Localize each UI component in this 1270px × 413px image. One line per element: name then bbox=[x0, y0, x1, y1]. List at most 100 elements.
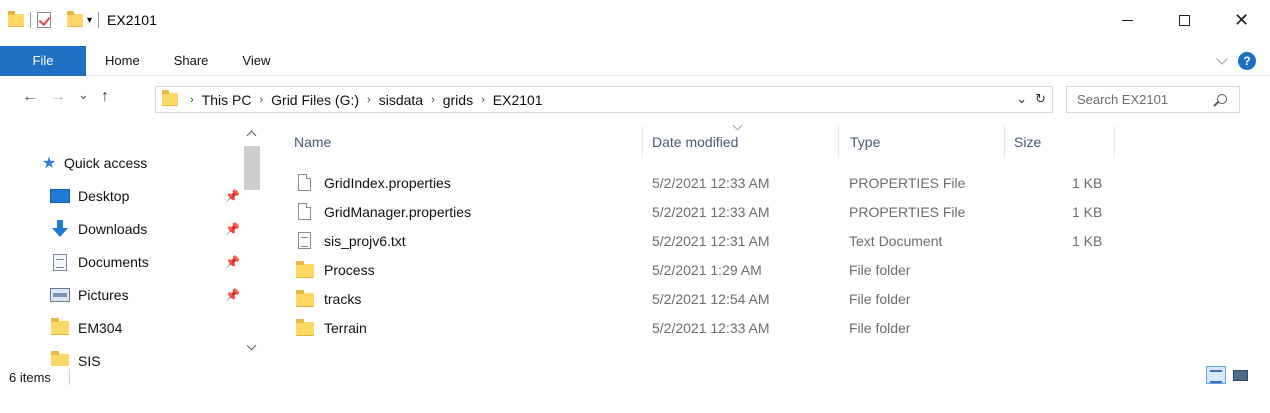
scroll-thumb[interactable] bbox=[244, 146, 260, 190]
tab-view[interactable]: View bbox=[225, 46, 287, 76]
sidebar-item-documents[interactable]: Documents 📌 bbox=[50, 249, 240, 275]
breadcrumb-separator[interactable]: › bbox=[481, 94, 485, 106]
folder-icon bbox=[296, 318, 314, 336]
breadcrumb-separator[interactable]: › bbox=[367, 94, 371, 106]
properties-icon[interactable] bbox=[37, 12, 51, 28]
table-row[interactable]: tracks 5/2/2021 12:54 AM File folder bbox=[286, 284, 1126, 313]
tab-share[interactable]: Share bbox=[157, 46, 226, 76]
navigation-scrollbar[interactable] bbox=[242, 126, 262, 358]
table-row[interactable]: GridManager.properties 5/2/2021 12:33 AM… bbox=[286, 197, 1126, 226]
pin-icon[interactable]: 📌 bbox=[225, 288, 240, 302]
customize-toolbar-icon[interactable]: ▾ bbox=[87, 15, 92, 26]
sidebar-item-desktop[interactable]: Desktop 📌 bbox=[50, 183, 240, 209]
new-folder-icon[interactable] bbox=[67, 10, 83, 27]
documents-icon bbox=[50, 253, 70, 271]
column-divider[interactable] bbox=[642, 126, 643, 158]
maximize-button[interactable] bbox=[1156, 0, 1213, 40]
breadcrumb-separator[interactable]: › bbox=[190, 94, 194, 106]
sidebar-item-label: Pictures bbox=[78, 287, 129, 303]
details-view-icon[interactable] bbox=[1206, 366, 1226, 384]
search-icon[interactable] bbox=[1217, 94, 1227, 104]
file-list: Name Date modified Type Size GridIndex.p… bbox=[286, 120, 1270, 366]
minimize-button[interactable] bbox=[1099, 0, 1156, 40]
folder-icon bbox=[296, 260, 314, 278]
view-switcher bbox=[1206, 366, 1250, 384]
folder-icon[interactable] bbox=[8, 10, 24, 27]
column-header-size[interactable]: Size bbox=[1014, 126, 1041, 158]
breadcrumb-sisdata[interactable]: sisdata bbox=[379, 92, 423, 108]
downloads-icon bbox=[50, 220, 70, 238]
up-button[interactable]: ↑ bbox=[101, 88, 109, 106]
column-header-type[interactable]: Type bbox=[850, 126, 880, 158]
breadcrumb-grid-files[interactable]: Grid Files (G:) bbox=[271, 92, 359, 108]
sidebar-item-em304[interactable]: EM304 bbox=[50, 315, 240, 341]
file-date: 5/2/2021 12:33 AM bbox=[652, 319, 770, 336]
breadcrumb-ex2101[interactable]: EX2101 bbox=[493, 92, 543, 108]
recent-locations-button[interactable]: ⌄ bbox=[78, 87, 89, 103]
pin-icon[interactable]: 📌 bbox=[225, 189, 240, 203]
column-divider[interactable] bbox=[838, 126, 839, 158]
divider bbox=[30, 12, 31, 28]
large-icons-view-icon[interactable] bbox=[1230, 366, 1250, 384]
file-type: File folder bbox=[849, 261, 911, 278]
file-type: PROPERTIES File bbox=[849, 203, 966, 220]
column-header-date-modified[interactable]: Date modified bbox=[652, 126, 738, 158]
title-bar: ▾ EX2101 ✕ bbox=[0, 0, 1270, 40]
address-bar[interactable]: › This PC › Grid Files (G:) › sisdata › … bbox=[155, 86, 1053, 113]
tab-home[interactable]: Home bbox=[88, 46, 157, 76]
forward-button[interactable]: → bbox=[50, 88, 66, 106]
pictures-icon bbox=[50, 288, 70, 302]
file-date: 5/2/2021 12:33 AM bbox=[652, 174, 770, 191]
sidebar-item-downloads[interactable]: Downloads 📌 bbox=[50, 216, 240, 242]
file-type: File folder bbox=[849, 290, 911, 307]
sidebar-item-pictures[interactable]: Pictures 📌 bbox=[50, 282, 240, 308]
address-controls: ⌄ ↻ bbox=[1016, 91, 1046, 107]
table-row[interactable]: Terrain 5/2/2021 12:33 AM File folder bbox=[286, 313, 1126, 342]
file-date: 5/2/2021 1:29 AM bbox=[652, 261, 762, 278]
search-placeholder: Search EX2101 bbox=[1077, 92, 1169, 107]
back-button[interactable]: ← bbox=[22, 88, 38, 106]
folder-icon bbox=[296, 289, 314, 307]
tab-file[interactable]: File bbox=[0, 45, 86, 76]
table-row[interactable]: Process 5/2/2021 1:29 AM File folder bbox=[286, 255, 1126, 284]
table-row[interactable]: sis_projv6.txt 5/2/2021 12:31 AM Text Do… bbox=[286, 226, 1126, 255]
navigation-pane: ★ Quick access Desktop 📌 Downloads 📌 Doc… bbox=[0, 126, 268, 366]
pin-icon[interactable]: 📌 bbox=[225, 255, 240, 269]
address-history-chevron-down-icon[interactable]: ⌄ bbox=[1016, 91, 1027, 107]
scroll-up-icon[interactable] bbox=[246, 130, 257, 141]
breadcrumb-separator[interactable]: › bbox=[431, 94, 435, 106]
refresh-icon[interactable]: ↻ bbox=[1035, 91, 1046, 107]
sidebar-item-label: Documents bbox=[78, 254, 149, 270]
item-count: 6 items bbox=[9, 369, 51, 385]
sidebar-item-quick-access[interactable]: ★ Quick access bbox=[40, 150, 268, 176]
divider bbox=[57, 12, 61, 28]
file-icon bbox=[298, 203, 311, 221]
file-name: Process bbox=[324, 261, 375, 278]
search-input[interactable]: Search EX2101 bbox=[1066, 86, 1240, 113]
scroll-down-icon[interactable] bbox=[246, 340, 257, 351]
breadcrumb-this-pc[interactable]: This PC bbox=[202, 92, 252, 108]
sidebar-item-label: Downloads bbox=[78, 221, 148, 237]
ribbon-controls: ? bbox=[1216, 52, 1256, 70]
file-date: 5/2/2021 12:54 AM bbox=[652, 290, 770, 307]
file-type: Text Document bbox=[849, 232, 943, 249]
expand-ribbon-icon[interactable] bbox=[1216, 53, 1228, 65]
minimize-icon bbox=[1122, 19, 1133, 21]
close-button[interactable]: ✕ bbox=[1213, 0, 1270, 40]
folder-icon bbox=[162, 90, 178, 106]
column-divider[interactable] bbox=[1114, 126, 1115, 158]
breadcrumb-separator[interactable]: › bbox=[259, 94, 263, 106]
table-row[interactable]: GridIndex.properties 5/2/2021 12:33 AM P… bbox=[286, 168, 1126, 197]
column-header-name[interactable]: Name bbox=[294, 126, 331, 158]
file-type: PROPERTIES File bbox=[849, 174, 966, 191]
pin-icon[interactable]: 📌 bbox=[225, 222, 240, 236]
file-icon bbox=[298, 174, 311, 192]
ribbon-tabs: File Home Share View ? bbox=[0, 45, 1270, 76]
star-icon: ★ bbox=[41, 155, 57, 172]
window-controls: ✕ bbox=[1099, 0, 1270, 40]
column-divider[interactable] bbox=[1004, 126, 1005, 158]
sidebar-item-label: EM304 bbox=[78, 320, 123, 336]
maximize-icon bbox=[1179, 14, 1190, 26]
help-icon[interactable]: ? bbox=[1238, 52, 1256, 70]
breadcrumb-grids[interactable]: grids bbox=[443, 92, 473, 108]
